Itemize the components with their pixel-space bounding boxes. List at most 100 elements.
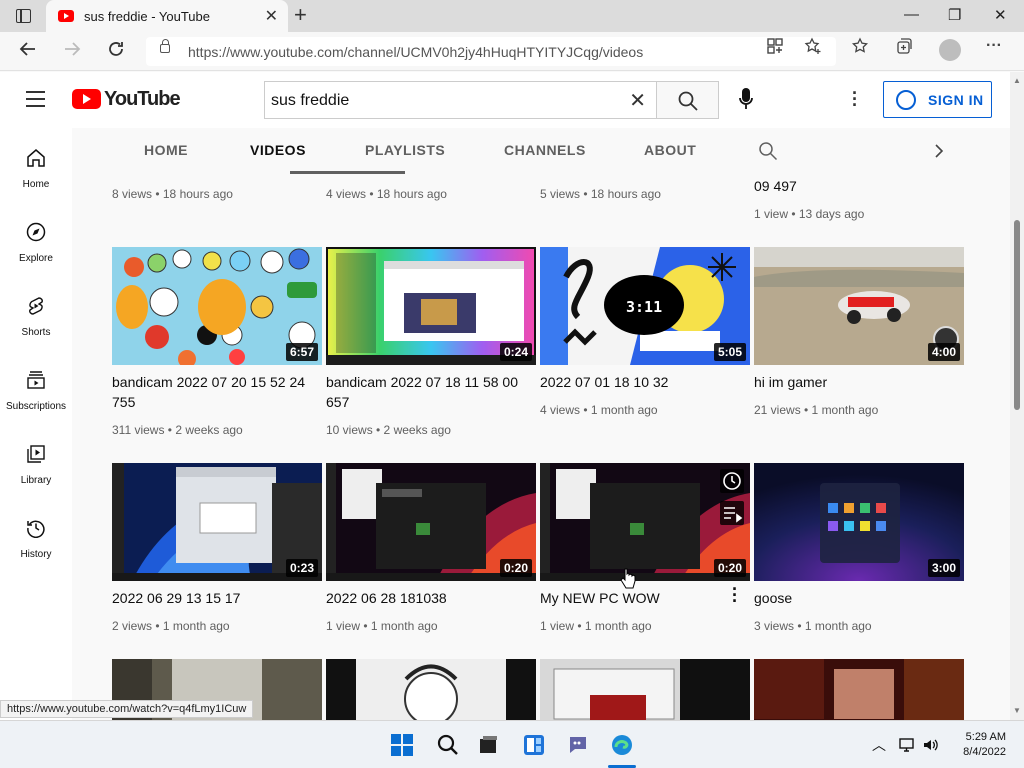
tab-about[interactable]: ABOUT (644, 142, 696, 158)
task-view-icon[interactable] (476, 733, 500, 757)
favorites-icon[interactable] (851, 37, 869, 60)
mouse-cursor-icon (620, 568, 636, 589)
video-title[interactable]: 2022 06 29 13 15 17 (112, 588, 322, 608)
video-meta: 311 views • 2 weeks ago (112, 423, 243, 437)
nav-shorts[interactable]: Shorts (0, 276, 72, 350)
teams-chat-icon[interactable] (566, 733, 590, 757)
browser-tab[interactable]: sus freddie - YouTube ✕ (46, 0, 288, 32)
library-icon (27, 445, 45, 463)
nav-home[interactable]: Home (0, 128, 72, 202)
scroll-down-icon[interactable]: ▼ (1013, 706, 1021, 715)
video-thumbnail[interactable] (754, 659, 964, 720)
watch-later-icon[interactable] (720, 469, 744, 493)
widgets-icon[interactable] (522, 733, 546, 757)
video-thumbnail[interactable]: 3:00 (754, 463, 964, 581)
nav-library-label: Library (20, 475, 52, 486)
menu-icon[interactable] (26, 91, 45, 112)
status-bar-link: https://www.youtube.com/watch?v=q4fLmy1I… (0, 700, 254, 718)
video-thumbnail[interactable] (540, 659, 750, 720)
network-icon[interactable] (898, 736, 916, 754)
page-scrollbar[interactable]: ▲ ▼ (1010, 72, 1024, 720)
video-title[interactable]: bandicam 2022 07 20 15 52 24 755 (112, 372, 322, 412)
video-title[interactable]: bandicam 2022 07 18 11 58 00 657 (326, 372, 536, 412)
lock-icon[interactable] (160, 39, 170, 53)
chevron-right-icon[interactable] (932, 143, 946, 159)
youtube-favicon-icon (58, 10, 74, 22)
video-thumbnail[interactable] (326, 659, 536, 720)
microphone-icon[interactable] (738, 86, 754, 112)
video-duration: 0:24 (499, 343, 532, 361)
video-title[interactable]: 2022 07 01 18 10 32 (540, 372, 750, 392)
nav-history[interactable]: History (0, 498, 72, 572)
video-title[interactable]: My NEW PC WOW (540, 588, 750, 608)
app-available-icon[interactable] (766, 37, 784, 60)
clock-time: 5:29 AM (965, 731, 1006, 743)
tab-home[interactable]: HOME (144, 142, 188, 158)
settings-more-icon[interactable]: ··· (986, 37, 1002, 55)
video-duration: 0:20 (713, 559, 746, 577)
thumbnail-image (754, 659, 964, 720)
video-title[interactable]: hi im gamer (754, 372, 964, 392)
volume-icon[interactable] (922, 736, 940, 754)
thumbnail-image (326, 659, 536, 720)
video-thumbnail[interactable]: 0:23 (112, 463, 322, 581)
youtube-logo-icon[interactable] (72, 89, 101, 109)
search-query: sus freddie (271, 92, 350, 109)
windows-taskbar: ︿ 5:29 AM 8/4/2022 (0, 720, 1024, 768)
search-button[interactable] (656, 81, 719, 119)
search-taskbar-icon[interactable] (436, 733, 460, 757)
tab-videos[interactable]: VIDEOS (250, 142, 306, 158)
video-thumbnail[interactable]: 3:11 5:05 (540, 247, 750, 365)
system-clock[interactable]: 5:29 AM 8/4/2022 (950, 730, 1006, 760)
tab-title: sus freddie - YouTube (84, 9, 210, 24)
video-action-menu-icon[interactable]: · · · (732, 580, 738, 610)
video-duration: 6:57 (285, 343, 318, 361)
video-meta: 8 views • 18 hours ago (112, 187, 233, 201)
channel-search-icon[interactable] (758, 141, 778, 161)
restore-icon[interactable]: ❐ (948, 6, 961, 24)
minimize-icon[interactable]: — (904, 6, 919, 23)
window-close-icon[interactable]: ✕ (994, 6, 1007, 24)
scroll-up-icon[interactable]: ▲ (1013, 76, 1021, 85)
video-thumbnail[interactable]: 0:24 (326, 247, 536, 365)
url-field[interactable]: https://www.youtube.com/channel/UCMV0h2j… (146, 37, 836, 66)
video-thumbnail[interactable]: 4:00 (754, 247, 964, 365)
clear-search-icon[interactable]: ✕ (629, 88, 646, 113)
home-icon (27, 149, 45, 167)
show-hidden-icons-icon[interactable]: ︿ (872, 735, 886, 755)
tab-actions-icon[interactable] (16, 9, 31, 23)
nav-explore[interactable]: Explore (0, 202, 72, 276)
search-input[interactable]: sus freddie ✕ (264, 81, 656, 119)
sign-in-button[interactable]: SIGN IN (883, 81, 992, 118)
thumbnail-image (540, 659, 750, 720)
add-favorite-icon[interactable] (804, 37, 822, 60)
video-thumbnail[interactable]: 0:20 (540, 463, 750, 581)
windows-start-icon[interactable] (390, 733, 414, 757)
video-meta: 10 views • 2 weeks ago (326, 423, 451, 437)
video-title[interactable]: 09 497 (754, 176, 964, 196)
video-thumbnail[interactable]: 6:57 (112, 247, 322, 365)
tab-channels[interactable]: CHANNELS (504, 142, 586, 158)
new-tab-icon[interactable]: + (294, 4, 307, 26)
scrollbar-thumb[interactable] (1014, 220, 1020, 410)
tab-playlists[interactable]: PLAYLISTS (365, 142, 445, 158)
close-tab-icon[interactable]: ✕ (265, 6, 278, 26)
video-title[interactable]: 2022 06 28 181038 (326, 588, 536, 608)
nav-library[interactable]: Library (0, 424, 72, 498)
video-meta: 21 views • 1 month ago (754, 403, 879, 417)
back-icon[interactable] (18, 39, 38, 65)
collections-icon[interactable] (895, 37, 913, 60)
refresh-icon[interactable] (106, 39, 126, 65)
search-icon (678, 91, 698, 111)
forward-icon[interactable] (62, 39, 82, 65)
video-duration: 4:00 (927, 343, 960, 361)
shorts-icon (29, 297, 43, 315)
add-to-queue-icon[interactable] (720, 501, 744, 525)
video-title[interactable]: goose (754, 588, 964, 608)
more-options-icon[interactable]: · · · (852, 84, 858, 114)
video-thumbnail[interactable]: 0:20 (326, 463, 536, 581)
youtube-wordmark[interactable]: YouTube (104, 88, 181, 111)
nav-subscriptions[interactable]: Subscriptions (0, 350, 72, 424)
profile-avatar-icon[interactable] (939, 39, 961, 61)
edge-browser-icon[interactable] (610, 733, 634, 757)
